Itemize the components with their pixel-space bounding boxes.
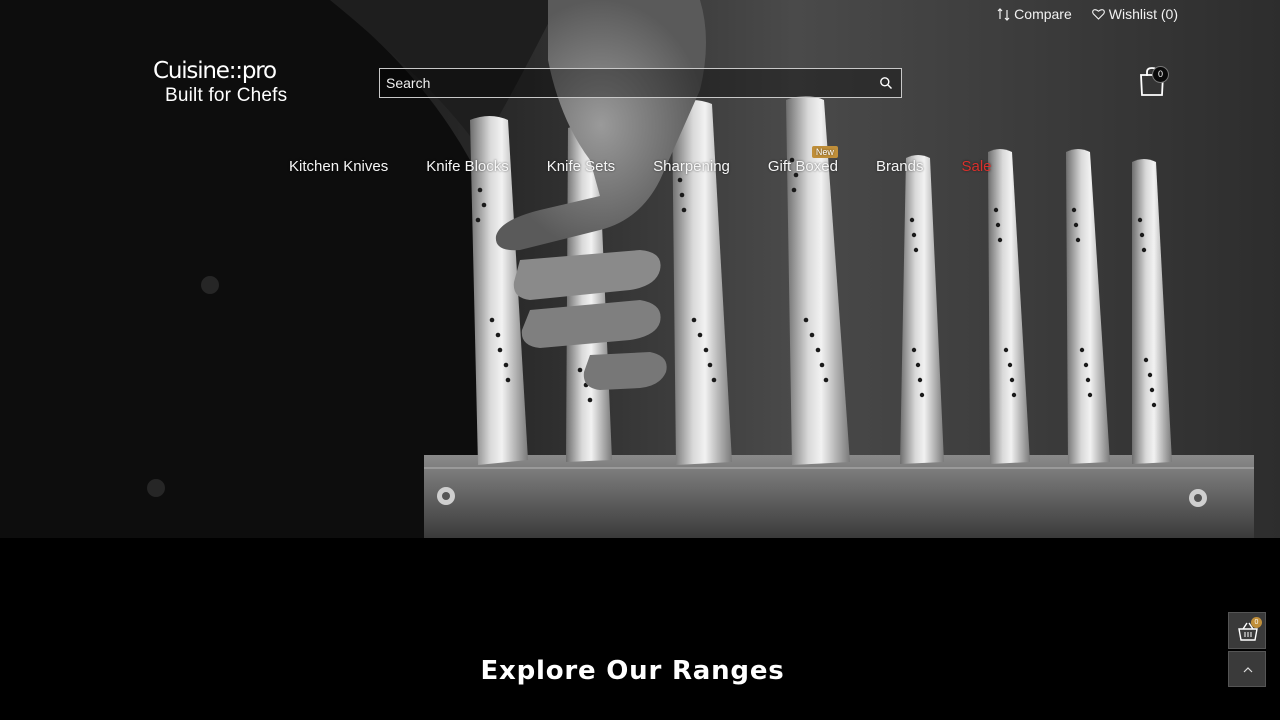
nav-item-knife-blocks[interactable]: Knife Blocks [426, 158, 509, 175]
floating-cart-count: 0 [1251, 617, 1262, 628]
top-links: Compare Wishlist (0) [997, 6, 1178, 22]
site-logo[interactable]: Cuisine::pro Built for Chefs [153, 58, 313, 108]
basket-icon [1238, 622, 1258, 641]
logo-tagline: Built for Chefs [165, 85, 288, 106]
nav-item-label: Brands [875, 158, 924, 175]
search-icon[interactable] [879, 76, 893, 90]
nav-item-label: Knife Blocks [426, 158, 509, 175]
search-input[interactable] [380, 69, 872, 97]
compare-link[interactable]: Compare [997, 6, 1072, 22]
heart-icon [1091, 9, 1105, 20]
wishlist-label: Wishlist (0) [1108, 6, 1178, 22]
section-heading: Explore Our Ranges [480, 656, 785, 686]
nav-item-kitchen-knives[interactable]: Kitchen Knives [289, 158, 388, 175]
wishlist-link[interactable]: Wishlist (0) [1091, 6, 1178, 22]
logo-wordmark: Cuisine::pro [153, 58, 277, 84]
nav-item-label: Knife Sets [546, 158, 616, 175]
nav-item-sale[interactable]: Sale [961, 158, 991, 175]
nav-item-sharpening[interactable]: Sharpening [653, 158, 730, 175]
chevron-up-icon [1243, 667, 1253, 673]
cart-count-badge: 0 [1152, 66, 1169, 83]
new-badge: New [811, 146, 838, 158]
search-bar [379, 68, 902, 98]
nav-item-brands[interactable]: Brands [876, 158, 924, 175]
compare-arrows-icon [997, 7, 1010, 21]
nav-item-label: Gift Boxed [767, 158, 838, 175]
compare-label: Compare [1014, 6, 1072, 22]
nav-item-label: Sale [961, 158, 992, 175]
nav-item-gift-boxed[interactable]: Gift Boxed New [767, 146, 838, 175]
nav-item-label: Kitchen Knives [289, 158, 389, 175]
nav-item-knife-sets[interactable]: Knife Sets [547, 158, 615, 175]
back-to-top-button[interactable] [1228, 651, 1266, 687]
main-nav: Kitchen Knives Knife Blocks Knife Sets S… [289, 146, 1030, 175]
nav-item-label: Sharpening [653, 158, 730, 175]
